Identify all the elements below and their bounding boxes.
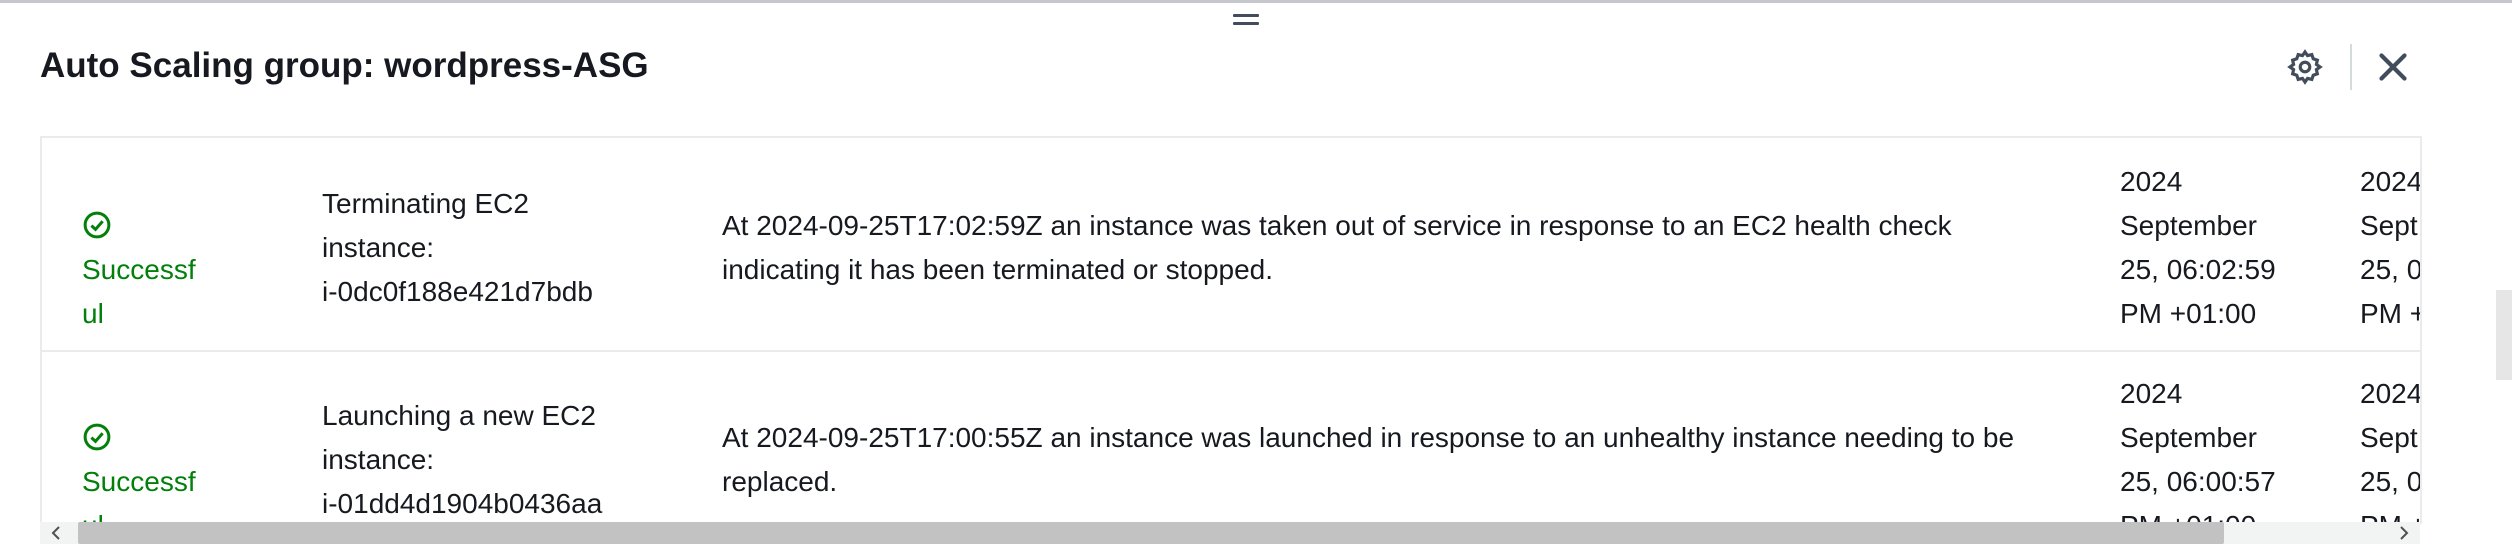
start-time-line: 25, 06:00:57 [2120, 466, 2276, 497]
description-line: Terminating EC2 [322, 188, 529, 219]
start-time-line: PM +01:00 [2120, 504, 2340, 524]
description-line: i-01dd4d1904b0436aa [322, 488, 603, 519]
top-border [0, 0, 2512, 3]
end-time-line: 2024 [2360, 166, 2422, 197]
status-cell: Successf ul [82, 416, 232, 524]
scroll-left-icon[interactable] [48, 525, 64, 541]
end-time-line: 2024 [2360, 378, 2422, 409]
end-time-line: PM + [2360, 298, 2422, 329]
table-row: Successf ul Launching a new EC2 instance… [42, 352, 2422, 524]
close-icon[interactable] [2370, 44, 2416, 90]
status-cell: Successf ul [82, 204, 232, 336]
status-text: Successf [82, 254, 196, 285]
panel-title: Auto Scaling group: wordpress-ASG [40, 46, 649, 85]
start-time-line: PM +01:00 [2120, 298, 2257, 329]
cause-cell: At 2024-09-25T17:02:59Z an instance was … [722, 204, 2102, 292]
activity-table[interactable]: Successf ul Terminating EC2 instance: i-… [40, 136, 2422, 524]
cause-line: At 2024-09-25T17:00:55Z an instance was … [722, 422, 2015, 453]
description-line: Launching a new EC2 [322, 400, 596, 431]
drag-handle-icon[interactable] [1233, 14, 1259, 28]
horizontal-scroll-thumb[interactable] [78, 522, 2224, 544]
description-cell: Terminating EC2 instance: i-0dc0f188e421… [322, 182, 642, 314]
status-text: Successf [82, 466, 196, 497]
check-circle-icon [83, 211, 111, 238]
start-time-line: September [2120, 210, 2257, 241]
description-line: i-0dc0f188e421d7bdb [322, 276, 593, 307]
end-time-line: 25, 0 [2360, 466, 2422, 497]
end-time-line: 25, 0 [2360, 254, 2422, 285]
vertical-scroll-thumb[interactable] [2496, 290, 2512, 380]
start-time-cell: 2024 September 25, 06:02:59 PM +01:00 [2120, 160, 2340, 336]
description-cell: Launching a new EC2 instance: i-01dd4d19… [322, 394, 642, 524]
cause-cell: At 2024-09-25T17:00:55Z an instance was … [722, 416, 2102, 504]
end-time-line: Sept [2360, 210, 2418, 241]
end-time-cell: 2024 Sept 25, 0 PM + [2360, 160, 2422, 336]
status-text: ul [82, 298, 104, 329]
check-circle-icon [83, 423, 111, 450]
end-time-line: PM + [2360, 504, 2420, 524]
horizontal-scrollbar[interactable] [40, 522, 2420, 544]
description-line: instance: [322, 444, 435, 475]
end-time-line: Sept [2360, 422, 2418, 453]
scroll-right-icon[interactable] [2396, 525, 2412, 541]
start-time-cell: 2024 September 25, 06:00:57 PM +01:00 [2120, 372, 2340, 524]
start-time-line: September [2120, 422, 2257, 453]
cause-line: replaced. [722, 466, 838, 497]
header-divider [2350, 44, 2352, 90]
start-time-line: 2024 [2120, 378, 2183, 409]
end-time-cell: 2024 Sept 25, 0 PM + [2360, 372, 2422, 524]
cause-line: indicating it has been terminated or sto… [722, 254, 1274, 285]
start-time-line: 2024 [2120, 166, 2183, 197]
table-row: Successf ul Terminating EC2 instance: i-… [42, 138, 2422, 352]
start-time-line: 25, 06:02:59 [2120, 254, 2276, 285]
description-line: instance: [322, 232, 435, 263]
cause-line: At 2024-09-25T17:02:59Z an instance was … [722, 210, 1952, 241]
gear-icon[interactable] [2286, 48, 2324, 86]
